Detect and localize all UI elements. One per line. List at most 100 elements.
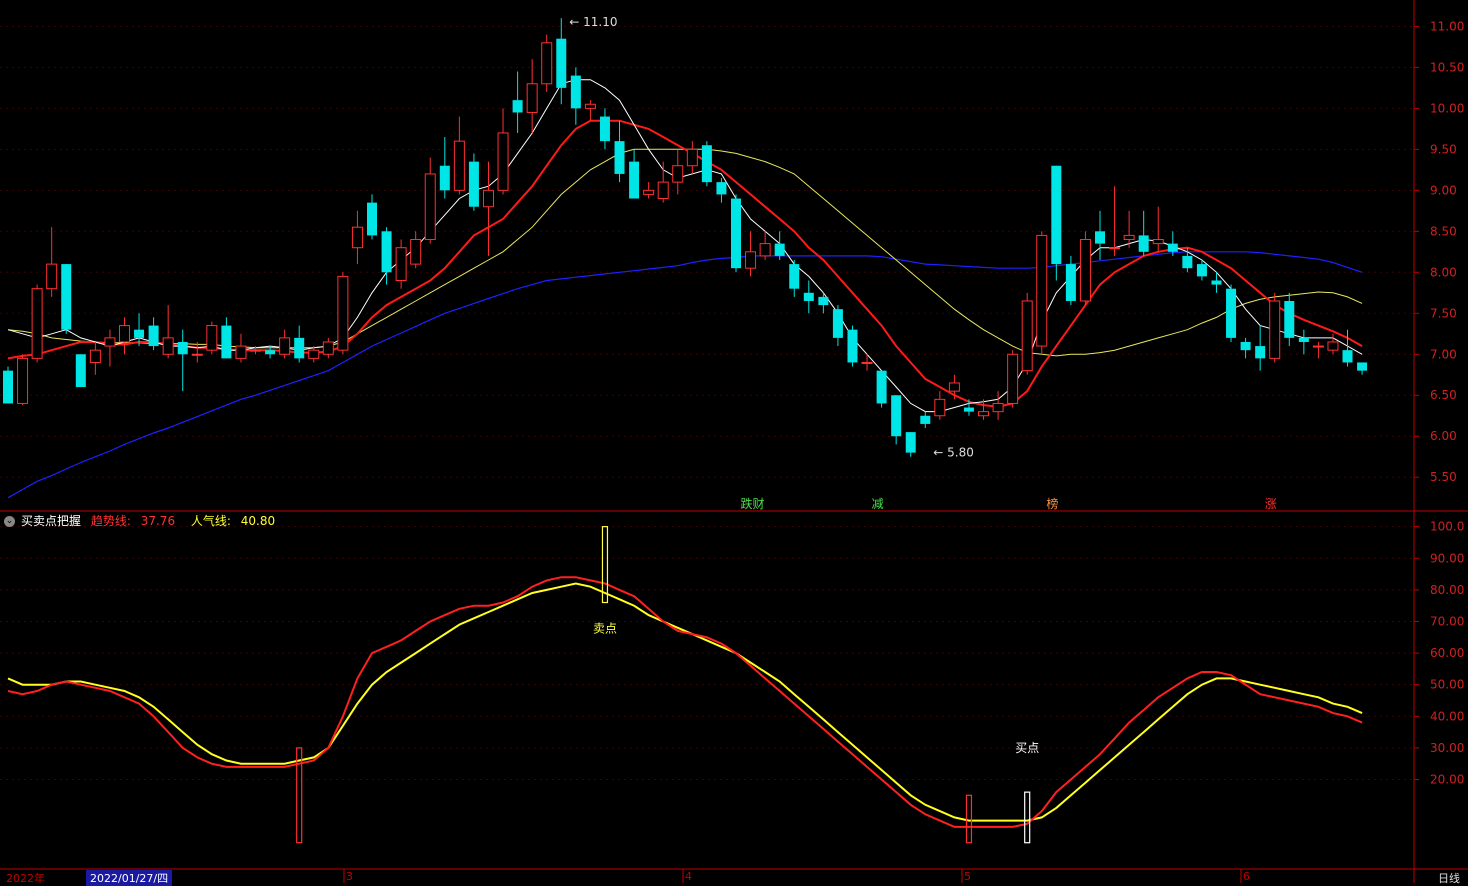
- candle-body: [235, 345, 247, 359]
- price-tick-label: 6.50: [1430, 388, 1457, 402]
- candle-body: [643, 189, 655, 195]
- candle-body: [1007, 353, 1019, 404]
- price-tick-label: 7.00: [1430, 347, 1457, 361]
- candle-body: [584, 103, 596, 109]
- event-tag: 减: [872, 497, 884, 511]
- candle-body: [672, 165, 684, 183]
- price-tick-label: 5.50: [1430, 470, 1457, 484]
- candle-body: [381, 231, 392, 273]
- candle-body: [482, 189, 494, 208]
- month-label: 4: [685, 870, 692, 883]
- candle-body: [614, 141, 625, 174]
- candle-body: [832, 309, 843, 338]
- candle-body: [439, 165, 450, 191]
- candle-body: [847, 329, 858, 363]
- candle-body: [891, 395, 902, 437]
- period-button[interactable]: 日线: [1438, 870, 1460, 886]
- month-label: 6: [1243, 870, 1250, 883]
- candle-body: [75, 354, 86, 388]
- indicator-tick-label: 50.00: [1430, 678, 1464, 692]
- candle-body: [512, 100, 523, 113]
- popularity-value: 40.80: [240, 514, 276, 528]
- event-tag: 涨: [1265, 496, 1277, 511]
- candle-body: [424, 173, 436, 241]
- price-tick-label: 6.00: [1430, 429, 1457, 443]
- candle-body: [657, 181, 669, 200]
- year-label: 2022年: [6, 872, 45, 885]
- candle-body: [716, 182, 727, 195]
- candle-body: [1123, 234, 1135, 241]
- candle-body: [1036, 234, 1048, 347]
- candle-body: [279, 337, 291, 355]
- candle-body: [1327, 341, 1339, 351]
- candle-body: [468, 161, 479, 207]
- popularity-label: 人气线:: [190, 514, 231, 528]
- ma60-line: [7, 251, 1363, 499]
- candle-body: [1240, 341, 1251, 351]
- buy-signal-bar: [965, 794, 973, 844]
- candle-body: [395, 247, 407, 281]
- indicator-name[interactable]: 买卖点把握: [21, 514, 81, 528]
- candle-body: [818, 296, 829, 306]
- candle-body: [789, 264, 800, 289]
- indicator-header: ⌄ 买卖点把握 趋势线: 37.76 人气线: 40.80: [4, 512, 287, 529]
- sell-signal-bar: [601, 526, 609, 604]
- candle-body: [701, 145, 712, 183]
- price-tick-label: 10.50: [1430, 60, 1464, 74]
- candle-body: [31, 288, 43, 359]
- candle-body: [1109, 247, 1121, 250]
- candle-body: [410, 239, 422, 265]
- candle-body: [3, 370, 13, 404]
- indicator-tick-label: 20.00: [1430, 773, 1464, 787]
- candle-body: [731, 198, 741, 269]
- price-tick-label: 8.50: [1430, 224, 1457, 238]
- buy-signal-bar: [1024, 791, 1031, 844]
- candle-body: [629, 161, 640, 199]
- candle-body: [1079, 239, 1091, 302]
- price-annotation: ← 5.80: [933, 446, 974, 460]
- candle-body: [1167, 243, 1178, 252]
- candle-body: [861, 361, 873, 364]
- time-axis-bar: 2022年 2022/01/27/四 3 4 5 6 日线: [0, 870, 1468, 886]
- buy-signal-bar: [296, 747, 303, 844]
- candle-body: [1138, 235, 1149, 252]
- candle-body: [905, 432, 916, 453]
- candle-body: [774, 243, 785, 256]
- candle-body: [177, 341, 188, 355]
- ma5-line: [7, 79, 1363, 413]
- candle-body: [118, 325, 130, 343]
- candle-body: [1312, 345, 1324, 348]
- candle-body: [1065, 264, 1076, 301]
- price-annotation: ← 11.10: [569, 15, 617, 29]
- month-label: 5: [964, 870, 971, 883]
- candle-body: [963, 407, 974, 412]
- candle-body: [294, 337, 305, 359]
- price-tick-label: 11.00: [1430, 19, 1464, 33]
- buy-signal-label: 买点: [1015, 741, 1039, 755]
- candle-body: [1226, 288, 1237, 338]
- candle-body: [17, 357, 29, 404]
- candle-body: [745, 251, 757, 269]
- sell-signal-label: 卖点: [593, 622, 617, 636]
- candle-body: [920, 415, 931, 424]
- candle-body: [46, 263, 58, 290]
- candle-body: [250, 349, 262, 352]
- candle-body: [1021, 300, 1033, 372]
- price-tick-label: 8.00: [1430, 265, 1457, 279]
- cursor-date: 2022/01/27/四: [86, 870, 173, 886]
- dropdown-icon[interactable]: ⌄: [4, 516, 15, 527]
- candle-body: [934, 398, 946, 417]
- price-tick-label: 9.00: [1430, 183, 1457, 197]
- event-tag: 跌财: [741, 496, 765, 511]
- stock-chart[interactable]: ← 11.10 ← 5.80 跌财 减 榜 涨 卖点买点 11.00 10.50 10.00…: [0, 0, 1468, 883]
- candle-body: [876, 370, 887, 404]
- trend-label: 趋势线:: [90, 514, 131, 528]
- candle-body: [1357, 362, 1368, 371]
- candle-body: [759, 243, 771, 257]
- candle-body: [308, 349, 320, 359]
- candle-body: [453, 140, 465, 191]
- candle-body: [556, 38, 567, 88]
- candle-body: [978, 411, 990, 417]
- candle-body: [221, 325, 232, 359]
- candle-body: [803, 292, 814, 301]
